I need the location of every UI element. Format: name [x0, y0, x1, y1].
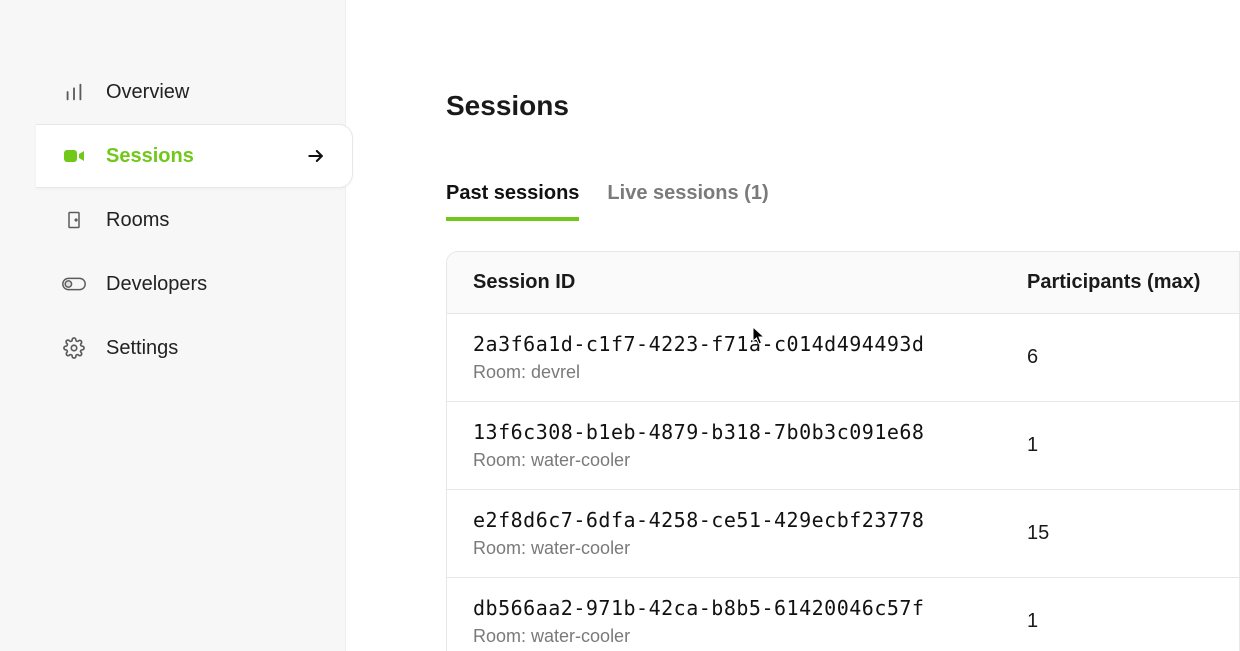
- door-icon: [62, 208, 86, 232]
- sidebar-item-label: Overview: [106, 81, 319, 104]
- sessions-table: Session ID Participants (max) 2a3f6a1d-c…: [446, 251, 1240, 651]
- page-title: Sessions: [446, 90, 1240, 122]
- column-header-session-id: Session ID: [447, 271, 1001, 294]
- toggle-icon: [62, 272, 86, 296]
- column-header-participants: Participants (max): [1001, 271, 1239, 294]
- table-row[interactable]: 13f6c308-b1eb-4879-b318-7b0b3c091e68 Roo…: [447, 402, 1239, 490]
- participants-count: 1: [1001, 434, 1239, 457]
- session-room: Room: devrel: [473, 362, 975, 383]
- sidebar-item-sessions[interactable]: Sessions: [36, 124, 353, 188]
- session-id: db566aa2-971b-42ca-b8b5-61420046c57f: [473, 596, 975, 620]
- session-room: Room: water-cooler: [473, 450, 975, 471]
- participants-count: 1: [1001, 610, 1239, 633]
- table-row[interactable]: e2f8d6c7-6dfa-4258-ce51-429ecbf23778 Roo…: [447, 490, 1239, 578]
- video-icon: [62, 144, 86, 168]
- gear-icon: [62, 336, 86, 360]
- participants-count: 15: [1001, 522, 1239, 545]
- table-header-row: Session ID Participants (max): [447, 252, 1239, 314]
- sidebar-item-label: Rooms: [106, 209, 319, 232]
- sidebar-item-settings[interactable]: Settings: [36, 316, 345, 380]
- participants-count: 6: [1001, 346, 1239, 369]
- session-id: e2f8d6c7-6dfa-4258-ce51-429ecbf23778: [473, 508, 975, 532]
- main-content: Sessions Past sessions Live sessions (1)…: [346, 0, 1240, 651]
- sidebar-item-overview[interactable]: Overview: [36, 60, 345, 124]
- sidebar-item-rooms[interactable]: Rooms: [36, 188, 345, 252]
- tab-past-sessions[interactable]: Past sessions: [446, 182, 579, 221]
- bar-chart-icon: [62, 80, 86, 104]
- tab-live-sessions[interactable]: Live sessions (1): [607, 182, 768, 221]
- table-row[interactable]: 2a3f6a1d-c1f7-4223-f71a-c014d494493d Roo…: [447, 314, 1239, 402]
- table-row[interactable]: db566aa2-971b-42ca-b8b5-61420046c57f Roo…: [447, 578, 1239, 651]
- session-id: 13f6c308-b1eb-4879-b318-7b0b3c091e68: [473, 420, 975, 444]
- sidebar-item-label: Settings: [106, 337, 319, 360]
- sidebar-item-label: Developers: [106, 273, 319, 296]
- session-room: Room: water-cooler: [473, 538, 975, 559]
- session-room: Room: water-cooler: [473, 626, 975, 647]
- sidebar: Overview Sessions: [0, 0, 346, 651]
- sidebar-item-label: Sessions: [106, 145, 286, 168]
- tabs: Past sessions Live sessions (1): [446, 182, 1240, 221]
- session-id: 2a3f6a1d-c1f7-4223-f71a-c014d494493d: [473, 332, 975, 356]
- arrow-right-icon: [306, 146, 326, 166]
- sidebar-item-developers[interactable]: Developers: [36, 252, 345, 316]
